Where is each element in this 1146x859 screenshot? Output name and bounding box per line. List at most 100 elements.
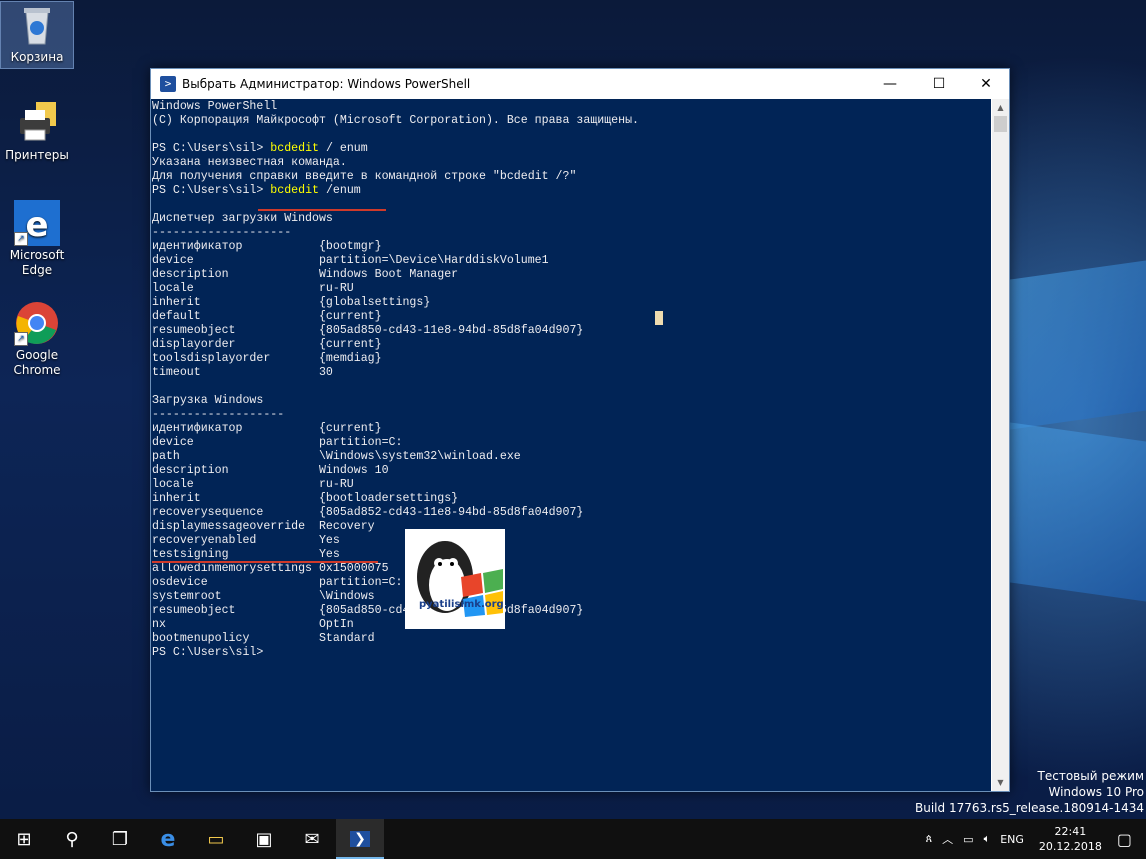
console-text-segment: displaymessageoverride Recovery [152, 520, 375, 533]
console-text-segment: идентификатор {current} [152, 422, 382, 435]
console-text: Windows PowerShell (C) Корпорация Майкрос… [151, 99, 991, 660]
minimize-button[interactable]: — [867, 69, 913, 99]
desktop-icon-label: Принтеры [5, 148, 69, 162]
clock-date: 20.12.2018 [1038, 840, 1102, 853]
explorer-taskbar-button[interactable]: ▭ [192, 819, 240, 859]
clock[interactable]: 22:41 20.12.2018 [1039, 824, 1102, 854]
console-line: testsigning Yes [152, 548, 991, 562]
console-text-segment: testsigning Yes [152, 548, 340, 561]
folder-icon: ▭ [207, 828, 225, 850]
network-icon[interactable]: ▭ [963, 833, 973, 846]
console-line: displaymessageoverride Recovery [152, 520, 991, 534]
console-text-segment: (C) Корпорация Майкрософт (Microsoft Cor… [152, 114, 640, 127]
console-line: device partition=C: [152, 436, 991, 450]
clock-time: 22:41 [1054, 825, 1087, 838]
console-line: PS C:\Users\sil> bcdedit /enum [152, 184, 991, 198]
desktop-icon-label: Microsoft Edge [9, 248, 65, 277]
powershell-taskbar-button[interactable]: ❯ [336, 819, 384, 859]
console-line: resumeobject {805ad850-cd43-11e8-94bd-85… [152, 324, 991, 338]
edge-taskbar-button[interactable]: e [144, 819, 192, 859]
search-button[interactable]: ⚲ [48, 819, 96, 859]
window-titlebar[interactable]: > Выбрать Администратор: Windows PowerSh… [151, 69, 1009, 99]
console-line: -------------------- [152, 226, 991, 240]
console-line: PS C:\Users\sil> [152, 646, 991, 660]
console-line: recoveryenabled Yes [152, 534, 991, 548]
desktop-icon-recycle-bin[interactable]: Корзина [0, 1, 74, 69]
console-text-segment: resumeobject {805ad850-cd43-11e8-94bd-85… [152, 604, 584, 617]
task-view-button[interactable]: ❐ [96, 819, 144, 859]
window-title: Выбрать Администратор: Windows PowerShel… [182, 77, 471, 91]
console-line: Загрузка Windows [152, 394, 991, 408]
scrollbar-thumb[interactable] [994, 116, 1007, 132]
console-text-segment: device partition=C: [152, 436, 403, 449]
mail-taskbar-button[interactable]: ✉ [288, 819, 336, 859]
console-line: ------------------- [152, 408, 991, 422]
console-text-segment: recoveryenabled Yes [152, 534, 340, 547]
watermark-line: Тестовый режим [1037, 769, 1144, 783]
mail-icon: ✉ [304, 828, 320, 850]
console-text-segment: bootmenupolicy Standard [152, 632, 375, 645]
console-command: bcdedit [270, 142, 319, 155]
vertical-scrollbar[interactable]: ▲ ▼ [992, 99, 1009, 791]
console-text-segment: device partition=\Device\HarddiskVolume1 [152, 254, 549, 267]
start-button[interactable]: ⊞ [0, 819, 48, 859]
maximize-button[interactable]: ☐ [916, 69, 962, 99]
console-text-segment: resumeobject {805ad850-cd43-11e8-94bd-85… [152, 324, 584, 337]
console-line: displayorder {current} [152, 338, 991, 352]
console-line: bootmenupolicy Standard [152, 632, 991, 646]
desktop-icon-chrome[interactable]: ↗ Google Chrome [1, 300, 73, 378]
action-center-icon[interactable]: ▢ [1117, 830, 1132, 849]
powershell-icon: > [160, 76, 176, 92]
people-icon[interactable]: ጰ [926, 832, 933, 846]
test-mode-watermark: Тестовый режим Windows 10 Pro Build 1776… [915, 768, 1144, 816]
console-line: идентификатор {bootmgr} [152, 240, 991, 254]
printer-icon [14, 100, 60, 146]
console-line: resumeobject {805ad850-cd43-11e8-94bd-85… [152, 604, 991, 618]
console-text-segment: timeout 30 [152, 366, 333, 379]
desktop-icon-edge[interactable]: e ↗ Microsoft Edge [1, 200, 73, 278]
console-text-segment: -------------------- [152, 226, 292, 239]
console-text-segment: /enum [318, 184, 361, 197]
powershell-window[interactable]: > Выбрать Администратор: Windows PowerSh… [150, 68, 1010, 792]
console-line: (C) Корпорация Майкрософт (Microsoft Cor… [152, 114, 991, 128]
chevron-up-icon[interactable]: ︿ [942, 831, 953, 847]
console-text-segment: Указана неизвестная команда. [152, 156, 347, 169]
taskbar-buttons: ⊞ ⚲ ❐ e ▭ ▣ ✉ ❯ [0, 819, 384, 859]
console-text-segment: allowedinmemorysettings 0x15000075 [152, 562, 389, 575]
desktop-icon-label: Корзина [10, 50, 64, 64]
edge-icon: e [160, 826, 176, 852]
console-line: recoverysequence {805ad852-cd43-11e8-94b… [152, 506, 991, 520]
console-line: Диспетчер загрузки Windows [152, 212, 991, 226]
console-text-segment: PS C:\Users\sil> [152, 142, 271, 155]
watermark-line: Build 17763.rs5_release.180914-1434 [915, 801, 1144, 815]
console-line: default {current} [152, 310, 991, 324]
console-text-segment: Загрузка Windows [152, 394, 264, 407]
console-line: inherit {globalsettings} [152, 296, 991, 310]
language-indicator[interactable]: ENG [1000, 833, 1024, 846]
console-text-segment: locale ru-RU [152, 282, 354, 295]
close-button[interactable]: ✕ [963, 69, 1009, 99]
store-icon: ▣ [255, 828, 273, 850]
chrome-icon: ↗ [14, 300, 60, 346]
console-line: description Windows Boot Manager [152, 268, 991, 282]
annotation-underline-bcdedit [258, 209, 386, 211]
svg-text:e: e [25, 205, 48, 245]
text-cursor [655, 311, 663, 325]
console-output[interactable]: Windows PowerShell (C) Корпорация Майкрос… [151, 99, 991, 791]
console-line: идентификатор {current} [152, 422, 991, 436]
console-text-segment: recoverysequence {805ad852-cd43-11e8-94b… [152, 506, 584, 519]
desktop-icon-printers[interactable]: Принтеры [1, 100, 73, 163]
console-text-segment: inherit {bootloadersettings} [152, 492, 459, 505]
console-line: description Windows 10 [152, 464, 991, 478]
scroll-up-icon[interactable]: ▲ [992, 99, 1009, 116]
powershell-icon: ❯ [350, 831, 370, 847]
console-text-segment: Для получения справки введите в командно… [152, 170, 577, 183]
console-line: locale ru-RU [152, 282, 991, 296]
annotation-underline-testsigning [152, 561, 378, 563]
store-taskbar-button[interactable]: ▣ [240, 819, 288, 859]
windows-icon: ⊞ [16, 828, 32, 850]
volume-icon[interactable]: 🔈︎ [984, 832, 991, 846]
console-text-segment: PS C:\Users\sil> [152, 646, 264, 659]
